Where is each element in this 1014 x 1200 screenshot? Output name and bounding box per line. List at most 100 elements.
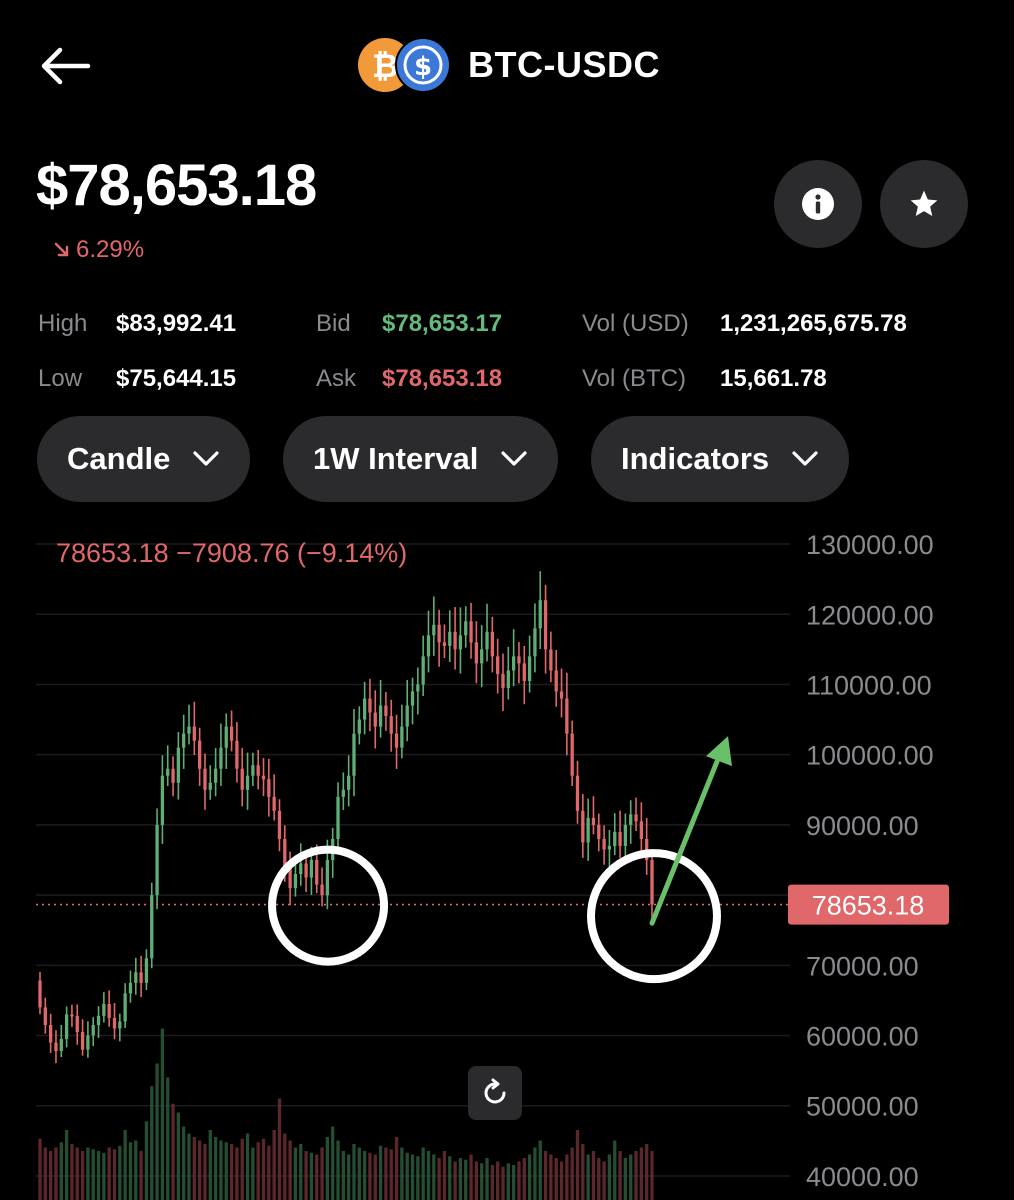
candle-body bbox=[203, 768, 207, 790]
volume-bar bbox=[283, 1133, 287, 1200]
volume-bar bbox=[597, 1158, 601, 1200]
price-chart[interactable]: 130000.00 120000.00 110000.00 100000.00 9000… bbox=[0, 510, 1014, 1200]
candle-body bbox=[261, 775, 266, 780]
candle-body bbox=[586, 817, 590, 843]
volume-bar bbox=[586, 1154, 590, 1200]
candle-body bbox=[453, 631, 457, 650]
volume-bar bbox=[527, 1154, 532, 1200]
candle-body bbox=[86, 1035, 90, 1050]
volume-bar bbox=[538, 1140, 542, 1200]
candle-body bbox=[70, 1014, 74, 1017]
volume-bar bbox=[522, 1158, 526, 1200]
reset-chart-button[interactable] bbox=[468, 1066, 522, 1120]
pair-logos: ₿ $ bbox=[358, 37, 451, 93]
volume-bar bbox=[618, 1151, 622, 1200]
volume-bar bbox=[464, 1159, 468, 1200]
y-tick-label: 110000.00 bbox=[806, 670, 932, 700]
candle-body bbox=[59, 1039, 63, 1051]
volume-bar bbox=[208, 1130, 212, 1200]
candle-body bbox=[469, 621, 473, 643]
y-tick-label: 50000.00 bbox=[806, 1092, 919, 1122]
volume-bar bbox=[182, 1126, 186, 1200]
volume-bar bbox=[554, 1158, 558, 1200]
candle-body bbox=[320, 884, 324, 896]
volume-bar bbox=[480, 1163, 484, 1200]
candle-body bbox=[522, 663, 526, 681]
candle-body bbox=[96, 1015, 101, 1025]
chevron-down-icon bbox=[792, 451, 818, 466]
candle-body bbox=[650, 860, 654, 905]
candle-body bbox=[187, 726, 191, 734]
candle-body bbox=[139, 972, 143, 983]
candle-body bbox=[43, 1007, 47, 1025]
candle-body bbox=[38, 980, 42, 1008]
volume-bar bbox=[171, 1103, 175, 1200]
interval-dropdown[interactable]: 1W Interval bbox=[283, 416, 559, 502]
low-label: Low bbox=[38, 365, 83, 392]
candle-body bbox=[213, 768, 218, 783]
pair-title: BTC-USDC bbox=[468, 44, 660, 85]
volume-bar bbox=[368, 1152, 372, 1200]
refresh-icon bbox=[484, 1078, 506, 1104]
chart-type-dropdown[interactable]: Candle bbox=[37, 416, 251, 502]
candle-body bbox=[272, 796, 276, 811]
y-tick-label: 130000.00 bbox=[806, 530, 934, 560]
candle-body bbox=[421, 656, 425, 685]
volume-bar bbox=[304, 1151, 308, 1200]
candle-body bbox=[309, 860, 314, 878]
volume-bar bbox=[490, 1165, 494, 1200]
volume-bar bbox=[272, 1130, 276, 1200]
svg-text:₿: ₿ bbox=[372, 47, 398, 85]
volume-bar bbox=[357, 1147, 361, 1200]
volume-bar bbox=[639, 1147, 644, 1200]
volume-bar bbox=[224, 1142, 228, 1200]
volume-bar bbox=[336, 1140, 340, 1200]
candle-body bbox=[511, 656, 516, 671]
candle-body bbox=[373, 712, 377, 727]
arrow-left-icon[interactable] bbox=[38, 44, 92, 88]
candle-body bbox=[277, 810, 282, 839]
candle-body bbox=[533, 628, 537, 657]
bid-value: $78,653.17 bbox=[382, 310, 503, 337]
volume-bar bbox=[634, 1151, 638, 1200]
volume-bar bbox=[144, 1121, 149, 1200]
volume-bar bbox=[267, 1145, 271, 1200]
volume-bar bbox=[543, 1151, 548, 1200]
volume-bar bbox=[410, 1154, 415, 1200]
candle-body bbox=[118, 1021, 122, 1029]
candle-body bbox=[389, 716, 393, 734]
info-button[interactable] bbox=[774, 160, 862, 248]
candle-body bbox=[527, 656, 532, 681]
volume-bar bbox=[139, 1151, 143, 1200]
volume-bar bbox=[501, 1166, 505, 1200]
candle-body bbox=[240, 768, 244, 790]
candle-body bbox=[283, 838, 287, 868]
favorite-button[interactable] bbox=[880, 160, 968, 248]
volume-bar bbox=[458, 1158, 463, 1200]
candle-body bbox=[182, 733, 186, 748]
volume-bar bbox=[128, 1142, 133, 1200]
volume-bar bbox=[426, 1151, 431, 1200]
volume-bar bbox=[549, 1154, 553, 1200]
volume-bar bbox=[192, 1137, 196, 1200]
volume-bar bbox=[378, 1145, 383, 1200]
chevron-down-icon bbox=[193, 451, 219, 466]
candle-body bbox=[378, 705, 383, 727]
candle-body bbox=[416, 684, 420, 692]
candle-body bbox=[623, 824, 628, 846]
volume-bar bbox=[118, 1145, 122, 1200]
candle-body bbox=[448, 631, 452, 646]
indicators-dropdown[interactable]: Indicators bbox=[591, 416, 850, 502]
candle-body bbox=[171, 768, 175, 783]
candle-body bbox=[575, 775, 580, 811]
volume-bar bbox=[187, 1133, 191, 1200]
volume-bar bbox=[70, 1144, 74, 1200]
volume-bar bbox=[347, 1154, 351, 1200]
volume-bar bbox=[352, 1144, 356, 1200]
candle-body bbox=[304, 863, 308, 878]
candle-body bbox=[166, 768, 170, 776]
volume-bar bbox=[645, 1144, 649, 1200]
volume-bar bbox=[43, 1147, 47, 1200]
y-tick-label: 90000.00 bbox=[806, 811, 919, 841]
volume-bar bbox=[256, 1142, 260, 1200]
